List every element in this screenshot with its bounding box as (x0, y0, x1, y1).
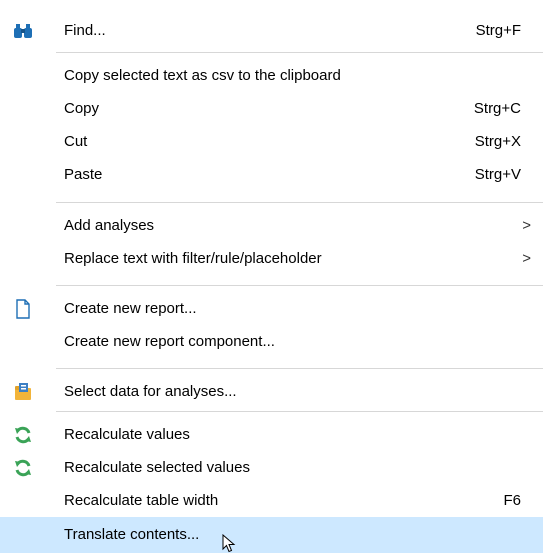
menu-item-copy[interactable]: Copy Strg+C (0, 92, 543, 125)
mouse-pointer-icon (222, 534, 236, 553)
menu-item-label: Copy selected text as csv to the clipboa… (64, 67, 341, 84)
submenu-arrow-icon: > (522, 217, 531, 234)
menu-item-find[interactable]: Find... Strg+F (0, 14, 543, 47)
menu-item-label: Create new report component... (64, 333, 275, 350)
shortcut-label: Strg+F (475, 22, 521, 39)
menu-separator (56, 202, 543, 203)
menu-item-cut[interactable]: Cut Strg+X (0, 125, 543, 158)
menu-item-recalculate-table-width[interactable]: Recalculate table width F6 (0, 484, 543, 517)
submenu-arrow-icon: > (522, 250, 531, 267)
binoculars-icon (14, 24, 32, 38)
context-menu: Find... Strg+F Copy selected text as csv… (0, 0, 543, 553)
menu-separator (56, 368, 543, 369)
menu-item-copy-csv[interactable]: Copy selected text as csv to the clipboa… (0, 59, 543, 92)
menu-separator (56, 411, 543, 412)
menu-item-paste[interactable]: Paste Strg+V (0, 158, 543, 191)
menu-item-label: Find... (64, 22, 106, 39)
menu-item-label: Recalculate selected values (64, 459, 250, 476)
document-icon (16, 299, 30, 319)
menu-item-label: Copy (64, 100, 100, 117)
shortcut-label: F6 (503, 492, 521, 509)
menu-item-create-report-component[interactable]: Create new report component... (0, 325, 543, 358)
shortcut-label: Strg+C (473, 100, 521, 117)
shortcut-label: Strg+V (474, 166, 521, 183)
menu-item-label: Translate contents... (64, 526, 200, 543)
refresh-icon (15, 459, 31, 477)
menu-item-label: Paste (64, 166, 103, 183)
menu-separator (56, 285, 543, 286)
menu-item-replace-text[interactable]: Replace text with filter/rule/placeholde… (0, 242, 543, 275)
menu-item-label: Add analyses (64, 217, 155, 234)
menu-item-label: Recalculate table width (64, 492, 219, 509)
menu-separator (56, 52, 543, 53)
menu-item-label: Replace text with filter/rule/placeholde… (64, 250, 322, 267)
data-folder-icon (15, 383, 31, 400)
refresh-icon (15, 426, 31, 444)
menu-item-translate-contents[interactable]: Translate contents... (0, 517, 543, 553)
menu-item-label: Create new report... (64, 300, 197, 317)
menu-item-select-data[interactable]: Select data for analyses... (0, 375, 543, 408)
shortcut-label: Strg+X (474, 133, 521, 150)
menu-item-label: Select data for analyses... (64, 383, 237, 400)
menu-item-recalculate-selected-values[interactable]: Recalculate selected values (0, 451, 543, 484)
menu-item-create-report[interactable]: Create new report... (0, 292, 543, 325)
menu-item-label: Cut (64, 133, 88, 150)
menu-item-recalculate-values[interactable]: Recalculate values (0, 418, 543, 451)
menu-item-add-analyses[interactable]: Add analyses > (0, 209, 543, 242)
menu-item-label: Recalculate values (64, 426, 190, 443)
